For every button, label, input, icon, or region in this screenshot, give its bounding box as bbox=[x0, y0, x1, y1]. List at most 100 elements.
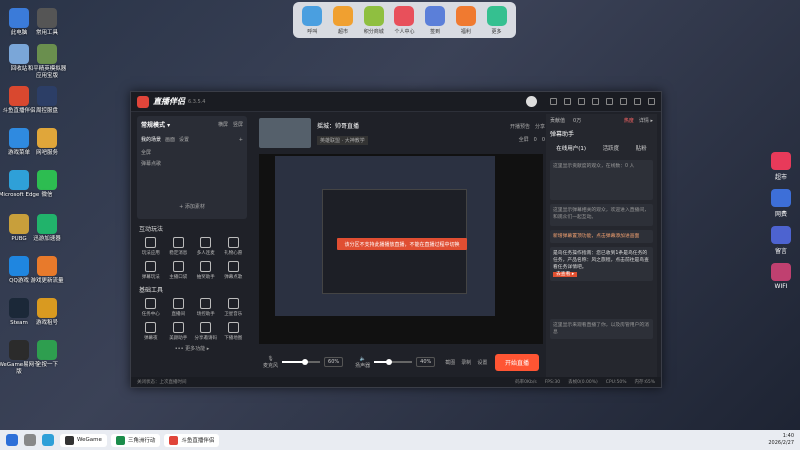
desktop-icon-label: 周控服盘 bbox=[35, 108, 58, 114]
tool-item[interactable]: 弹幕玩法 bbox=[137, 261, 165, 280]
desktop-icon-13[interactable]: 游戏更新流量 bbox=[26, 256, 68, 285]
add-source-button[interactable]: + 添加素材 bbox=[141, 203, 243, 210]
desktop-icon-5[interactable]: 周控服盘 bbox=[26, 86, 68, 115]
screenshot-button[interactable]: 截图 bbox=[445, 359, 455, 366]
dock-item-1[interactable]: 超市 bbox=[330, 5, 356, 35]
tool-icon bbox=[145, 298, 157, 309]
tab-settings[interactable]: 设置 bbox=[179, 136, 189, 143]
stream-preview[interactable]: 该分区不支持此播播放直播，不能在直播过程中切换 bbox=[259, 154, 543, 344]
more-functions-link[interactable]: ••• 更多功能 ▸ bbox=[137, 345, 247, 352]
record-button[interactable]: 录制 bbox=[461, 359, 471, 366]
desktop-icon-7[interactable]: 网吧服务 bbox=[26, 128, 68, 157]
dock-item-6[interactable]: 更多 bbox=[484, 5, 510, 35]
taskbar-app-icon bbox=[65, 435, 74, 445]
tool-item[interactable]: 直播间 bbox=[165, 298, 193, 317]
right-dock-item-2[interactable]: 留言 bbox=[771, 226, 791, 255]
dock-item-2[interactable]: 积分商城 bbox=[361, 5, 387, 35]
tool-item[interactable]: 玩法应用 bbox=[137, 237, 165, 256]
tool-item[interactable]: 场控助手 bbox=[192, 298, 220, 317]
tab-portrait[interactable]: 竖屏 bbox=[233, 121, 243, 128]
tab-picture[interactable]: 画面 bbox=[165, 136, 175, 143]
taskbar-app[interactable]: 三角洲行动 bbox=[110, 433, 161, 447]
desktop-icon-11[interactable]: 迅游加速器 bbox=[26, 214, 68, 243]
assistant-tab[interactable]: 在线用户(1) bbox=[556, 144, 586, 152]
tool-label: 卫星音乐 bbox=[224, 312, 243, 317]
scene-list-title[interactable]: 我的场景 bbox=[141, 136, 161, 143]
desktop-icon-17[interactable]: 全按一下 bbox=[26, 340, 68, 369]
heat-tab[interactable]: 热度 bbox=[624, 117, 634, 124]
tool-item[interactable]: 主播口袋 bbox=[165, 261, 193, 280]
mic-volume-slider[interactable] bbox=[282, 359, 321, 365]
right-dock-item-1[interactable]: 网费 bbox=[771, 189, 791, 218]
fans-count: 0 bbox=[541, 136, 545, 143]
tool-item[interactable]: 礼物心愿 bbox=[220, 237, 248, 256]
desktop-icon-label: 微信 bbox=[41, 192, 53, 198]
start-icon[interactable] bbox=[6, 434, 18, 446]
chat-icon[interactable] bbox=[550, 98, 557, 105]
search-icon[interactable] bbox=[24, 434, 36, 446]
tool-item[interactable]: 下播地图 bbox=[220, 322, 248, 341]
tool-item[interactable]: 弹幕点歌 bbox=[220, 261, 248, 280]
view-task-button[interactable]: 去查看 ▸ bbox=[553, 272, 578, 277]
mic-label: 麦克风 bbox=[263, 362, 279, 369]
taskbar-app[interactable]: WeGame bbox=[60, 433, 107, 447]
tool-item[interactable]: 弹幕夜 bbox=[137, 322, 165, 341]
assistant-tab[interactable]: 贴粉 bbox=[636, 144, 647, 152]
detail-tab[interactable]: 详情 ▸ bbox=[639, 117, 653, 124]
stream-title[interactable]: 摇城：帅哥直播 bbox=[317, 121, 368, 130]
tool-item[interactable]: 美颜助手 bbox=[165, 322, 193, 341]
avatar[interactable] bbox=[526, 96, 537, 107]
interactive-section: 互动玩法 玩法应用 稳定消息 多人连麦 礼物心愿 弹幕玩法 主播口袋 抽奖助手 弹幕点歌 bbox=[137, 224, 247, 280]
open-preview-link[interactable]: 开播预告 bbox=[510, 123, 530, 130]
app-icon bbox=[37, 256, 57, 276]
right-dock-label: 留言 bbox=[774, 248, 787, 255]
desktop-icon-label: 游戏租号 bbox=[35, 320, 58, 326]
tool-item[interactable]: 多人连麦 bbox=[192, 237, 220, 256]
right-dock-item-3[interactable]: WIFI bbox=[771, 263, 791, 290]
tool-item[interactable]: 抽奖助手 bbox=[192, 261, 220, 280]
scene-item[interactable]: 弹幕点歌 bbox=[141, 160, 243, 167]
add-scene-icon[interactable]: + bbox=[239, 137, 243, 143]
dock-item-0[interactable]: 呼叫 bbox=[299, 5, 325, 35]
contribution-label[interactable]: 贡献值 bbox=[550, 117, 565, 124]
tool-item[interactable]: 任务中心 bbox=[137, 298, 165, 317]
start-live-button[interactable]: 开始直播 bbox=[494, 353, 539, 371]
minimize-icon[interactable] bbox=[620, 98, 627, 105]
center-pane: 摇城：帅哥直播 英雄联盟 · 大神教学 开播预告 分享 全屏 0 0 该分区不支持此播… bbox=[257, 116, 547, 386]
right-dock-icon bbox=[771, 189, 791, 207]
scene-panel: 常规模式 ▾ 横屏 竖屏 我的场景 画面 设置 + 全屏 弹幕点歌 + 添加素材 bbox=[137, 116, 247, 219]
tool-item[interactable]: 稳定消息 bbox=[165, 237, 193, 256]
taskbar-app[interactable]: 斗鱼直播伴侣 bbox=[164, 433, 220, 447]
shirt-icon[interactable] bbox=[592, 98, 599, 105]
cover-thumbnail[interactable] bbox=[259, 118, 311, 148]
dock-item-4[interactable]: 签到 bbox=[422, 5, 448, 35]
dock-item-label: 呼叫 bbox=[307, 28, 318, 35]
stream-category[interactable]: 英雄联盟 · 大神教学 bbox=[317, 136, 368, 145]
menu-icon[interactable] bbox=[606, 98, 613, 105]
desktop-icon-3[interactable]: 和平精英模拟器应用宝版 bbox=[26, 44, 68, 80]
speaker-volume-slider[interactable] bbox=[374, 359, 413, 365]
assistant-tab[interactable]: 活跃度 bbox=[603, 144, 620, 152]
tool-item[interactable]: 分享邀请码 bbox=[192, 322, 220, 341]
tool-item[interactable]: 卫星音乐 bbox=[220, 298, 248, 317]
maximize-icon[interactable] bbox=[634, 98, 641, 105]
status-item: CPU:50% bbox=[605, 379, 627, 385]
desktop-icon-15[interactable]: 游戏租号 bbox=[26, 298, 68, 327]
desktop-icon-1[interactable]: 常用工具 bbox=[26, 8, 68, 37]
bell-icon[interactable] bbox=[578, 98, 585, 105]
scene-item[interactable]: 全屏 bbox=[141, 149, 243, 156]
dock-item-3[interactable]: 个人中心 bbox=[391, 5, 417, 35]
clock[interactable]: 1:40 2026/2/27 bbox=[768, 433, 794, 447]
fullscreen-link[interactable]: 全屏 bbox=[519, 136, 529, 143]
mode-select[interactable]: 常规模式 ▾ bbox=[141, 120, 170, 129]
dock-app-icon bbox=[486, 5, 507, 26]
settings-button[interactable]: 设置 bbox=[477, 359, 487, 366]
desktop-icon-9[interactable]: 微信 bbox=[26, 170, 68, 199]
tab-landscape[interactable]: 横屏 bbox=[218, 121, 228, 128]
right-dock-item-0[interactable]: 超市 bbox=[771, 152, 791, 181]
dock-item-5[interactable]: 福利 bbox=[453, 5, 479, 35]
close-icon[interactable] bbox=[648, 98, 655, 105]
share-link[interactable]: 分享 bbox=[535, 123, 545, 130]
headset-icon[interactable] bbox=[564, 98, 571, 105]
edge-icon[interactable] bbox=[42, 434, 54, 446]
